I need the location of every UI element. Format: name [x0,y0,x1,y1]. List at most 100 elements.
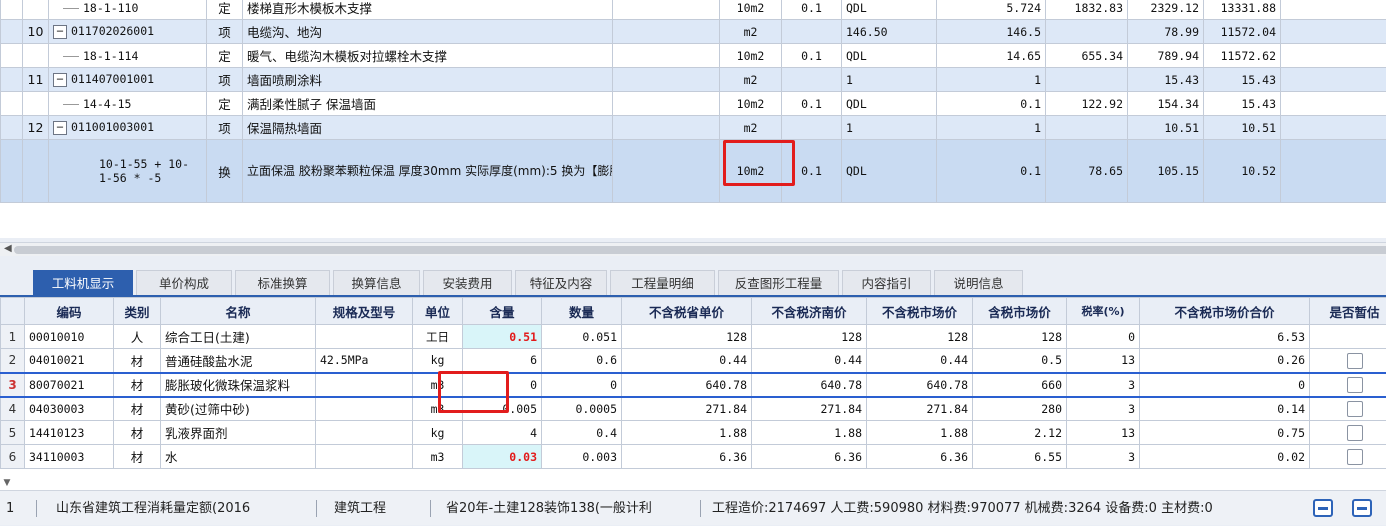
price-market[interactable]: 0.44 [867,349,973,373]
collapse-icon[interactable]: − [53,25,67,39]
resource-code[interactable]: 04010021 [25,349,114,373]
resource-content[interactable]: 0.03 [463,445,542,469]
column-header[interactable]: 不含税市场价 [867,298,973,325]
column-header[interactable]: 名称 [161,298,316,325]
provisional-checkbox[interactable] [1347,401,1363,417]
boq-expression[interactable]: QDL [842,0,937,20]
resource-unit[interactable]: 工日 [413,325,463,349]
boq-expression[interactable]: 146.50 [842,20,937,44]
resource-spec[interactable] [316,397,413,421]
boq-code[interactable]: 18-1-114 [49,44,207,68]
resource-quantity[interactable]: 0.0005 [542,397,622,421]
horizontal-scrollbar[interactable]: ◀ [0,242,1386,256]
resource-quantity[interactable]: 0.051 [542,325,622,349]
resource-row[interactable]: 514410123材乳液界面剂kg40.41.881.881.882.12130… [1,421,1386,445]
resource-row[interactable]: 100010010人综合工日(土建)工日0.510.05112812812812… [1,325,1386,349]
resource-code[interactable]: 80070021 [25,373,114,397]
column-header[interactable]: 不含税济南价 [752,298,867,325]
resource-spec[interactable] [316,325,413,349]
boq-factor[interactable]: 0.1 [782,0,842,20]
boq-row[interactable]: 11−011407001001项墙面喷刷涂料m21115.4315.43 [1,68,1386,92]
boq-unit[interactable]: 10m2 [720,44,782,68]
resource-code[interactable]: 34110003 [25,445,114,469]
boq-expression[interactable]: QDL [842,44,937,68]
boq-factor[interactable] [782,116,842,140]
resource-quantity[interactable]: 0.003 [542,445,622,469]
boq-unit[interactable]: m2 [720,20,782,44]
tab-9[interactable]: 说明信息 [934,270,1023,296]
boq-quantity[interactable]: 5.724 [937,0,1046,20]
collapse-icon[interactable]: − [53,121,67,135]
column-header[interactable]: 含税市场价 [973,298,1067,325]
boq-name[interactable]: 满刮柔性腻子 保温墙面 [243,92,613,116]
boq-expression[interactable]: QDL [842,140,937,203]
scroll-left-icon[interactable]: ◀ [4,243,12,254]
resource-content[interactable]: 4 [463,421,542,445]
column-header[interactable]: 类别 [114,298,161,325]
resource-content[interactable]: 0.51 [463,325,542,349]
provisional-checkbox[interactable] [1347,449,1363,465]
resource-name[interactable]: 黄砂(过筛中砂) [161,397,316,421]
column-header[interactable]: 规格及型号 [316,298,413,325]
resource-code[interactable]: 14410123 [25,421,114,445]
boq-code[interactable]: −011407001001 [49,68,207,92]
resource-name[interactable]: 普通硅酸盐水泥 [161,349,316,373]
scroll-thumb[interactable] [14,246,1386,254]
boq-factor[interactable] [782,20,842,44]
boq-quantity[interactable]: 146.5 [937,20,1046,44]
resource-unit[interactable]: kg [413,421,463,445]
resource-name[interactable]: 综合工日(土建) [161,325,316,349]
price-market[interactable]: 128 [867,325,973,349]
boq-quantity[interactable]: 1 [937,68,1046,92]
resource-spec[interactable] [316,421,413,445]
resource-quantity[interactable]: 0.4 [542,421,622,445]
boq-name[interactable]: 暖气、电缆沟木模板对拉螺栓木支撑 [243,44,613,68]
tax-rate[interactable]: 3 [1067,397,1140,421]
boq-code[interactable]: 18-1-110 [49,0,207,20]
boq-factor[interactable]: 0.1 [782,92,842,116]
resource-row[interactable]: 380070021材膨胀玻化微珠保温浆料m300640.78640.78640.… [1,373,1386,397]
price-market-tax[interactable]: 660 [973,373,1067,397]
price-market-tax[interactable]: 2.12 [973,421,1067,445]
tab-7[interactable]: 反查图形工程量 [718,270,839,296]
resource-spec[interactable]: 42.5MPa [316,349,413,373]
resource-name[interactable]: 膨胀玻化微珠保温浆料 [161,373,316,397]
boq-quantity[interactable]: 14.65 [937,44,1046,68]
tax-rate[interactable]: 0 [1067,325,1140,349]
resource-row[interactable]: 634110003材水m30.030.0036.366.366.366.5530… [1,445,1386,469]
resource-quantity[interactable]: 0 [542,373,622,397]
price-market[interactable]: 271.84 [867,397,973,421]
boq-quantity[interactable]: 0.1 [937,140,1046,203]
boq-name[interactable]: 电缆沟、地沟 [243,20,613,44]
provisional-checkbox[interactable] [1347,377,1363,393]
price-market[interactable]: 640.78 [867,373,973,397]
boq-expression[interactable]: 1 [842,116,937,140]
column-header[interactable]: 含量 [463,298,542,325]
resource-row[interactable]: 404030003材黄砂(过筛中砂)m30.0050.0005271.84271… [1,397,1386,421]
tab-2[interactable]: 标准换算 [235,270,330,296]
resource-content[interactable]: 6 [463,349,542,373]
tax-rate[interactable]: 13 [1067,421,1140,445]
price-market-tax[interactable]: 280 [973,397,1067,421]
resource-quantity[interactable]: 0.6 [542,349,622,373]
resource-code[interactable]: 00010010 [25,325,114,349]
boq-factor[interactable] [782,68,842,92]
resource-spec[interactable] [316,445,413,469]
tab-5[interactable]: 特征及内容 [515,270,607,296]
boq-code[interactable]: 10-1-55 + 10-1-56 * -5 [49,140,207,203]
tab-0[interactable]: 工料机显示 [33,270,133,296]
column-header[interactable]: 税率(%) [1067,298,1140,325]
layout-icon[interactable] [1313,499,1333,517]
boq-quantity[interactable]: 1 [937,116,1046,140]
tax-rate[interactable]: 3 [1067,445,1140,469]
tab-8[interactable]: 内容指引 [842,270,931,296]
resource-code[interactable]: 04030003 [25,397,114,421]
boq-name[interactable]: 立面保温 胶粉聚苯颗粒保温 厚度30mm 实际厚度(mm):5 换为【膨胀玻化微… [243,140,613,203]
column-header[interactable]: 是否暂估 [1310,298,1386,325]
boq-code[interactable]: 14-4-15 [49,92,207,116]
column-header[interactable]: 编码 [25,298,114,325]
provisional-checkbox[interactable] [1347,353,1363,369]
price-market[interactable]: 6.36 [867,445,973,469]
boq-unit[interactable]: 10m2 [720,0,782,20]
tab-3[interactable]: 换算信息 [333,270,420,296]
